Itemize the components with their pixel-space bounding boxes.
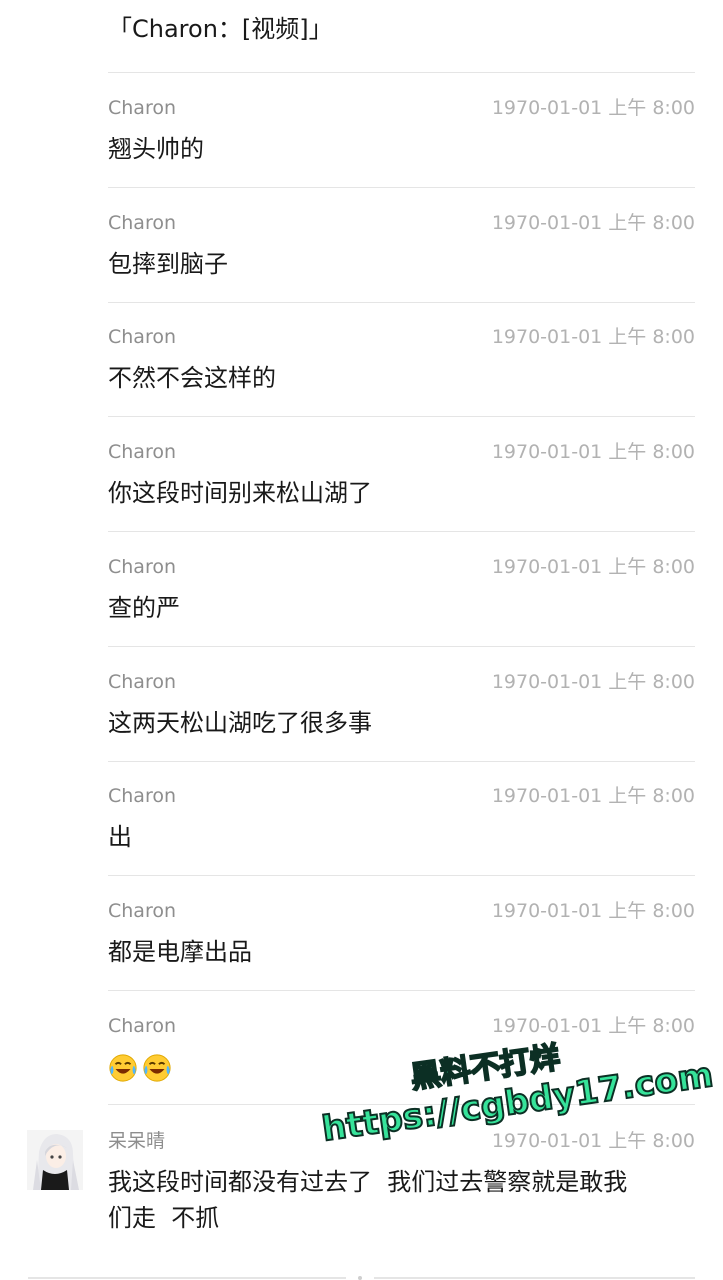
- message-item[interactable]: Charon 1970-01-01 上午 8:00 包摔到脑子: [108, 210, 695, 280]
- bottom-line-left: [28, 1277, 346, 1279]
- divider: [108, 761, 695, 762]
- divider: [108, 72, 695, 73]
- sender-name: Charon: [108, 785, 177, 807]
- sender-name: 呆呆晴: [108, 1130, 166, 1152]
- message-time: 1970-01-01 上午 8:00: [491, 1015, 695, 1037]
- bottom-line-right: [374, 1277, 695, 1279]
- message-time: 1970-01-01 上午 8:00: [491, 671, 695, 693]
- laugh-cry-emoji: [109, 1054, 137, 1082]
- divider: [108, 187, 695, 188]
- sender-name: Charon: [108, 212, 177, 234]
- message-text: 包摔到脑子: [108, 250, 228, 278]
- message-text-line: 们走 不抓: [108, 1204, 220, 1232]
- message-item[interactable]: Charon 1970-01-01 上午 8:00 翘头帅的: [108, 95, 695, 165]
- message-item[interactable]: 呆呆晴 1970-01-01 上午 8:00 我这段时间都没有过去了 我们过去警…: [108, 1128, 695, 1238]
- message-time: 1970-01-01 上午 8:00: [491, 1130, 695, 1152]
- message-time: 1970-01-01 上午 8:00: [491, 212, 695, 234]
- bottom-dot: [358, 1276, 362, 1280]
- message-emoji-row: [108, 1049, 695, 1085]
- message-text-line: 我这段时间都没有过去了 我们过去警察就是敢我: [108, 1168, 628, 1196]
- message-item[interactable]: Charon 1970-01-01 上午 8:00 出: [108, 783, 695, 853]
- sender-name: Charon: [108, 1015, 177, 1037]
- message-text: 查的严: [108, 594, 180, 622]
- sender-name: Charon: [108, 326, 177, 348]
- message-text: 不然不会这样的: [108, 364, 276, 392]
- message-text: 我这段时间都没有过去了 我们过去警察就是敢我 们走 不抓: [108, 1164, 695, 1236]
- divider: [108, 302, 695, 303]
- divider: [108, 990, 695, 991]
- sender-name: Charon: [108, 900, 177, 922]
- message-text: 都是电摩出品: [108, 938, 252, 966]
- chat-history-page: 「Charon：[视频]」 Charon 1970-01-01 上午 8:00 …: [0, 0, 723, 1280]
- message-text: 出: [108, 823, 132, 851]
- divider: [108, 1104, 695, 1105]
- message-item[interactable]: Charon 1970-01-01 上午 8:00 不然不会这样的: [108, 324, 695, 394]
- quoted-message[interactable]: 「Charon：[视频]」: [108, 12, 333, 46]
- message-time: 1970-01-01 上午 8:00: [491, 556, 695, 578]
- message-item[interactable]: Charon 1970-01-01 上午 8:00 这两天松山湖吃了很多事: [108, 669, 695, 739]
- message-item[interactable]: Charon 1970-01-01 上午 8:00 查的严: [108, 554, 695, 624]
- message-text: 这两天松山湖吃了很多事: [108, 709, 372, 737]
- sender-name: Charon: [108, 671, 177, 693]
- divider: [108, 646, 695, 647]
- message-time: 1970-01-01 上午 8:00: [491, 326, 695, 348]
- message-text: 翘头帅的: [108, 135, 204, 163]
- message-item[interactable]: Charon 1970-01-01 上午 8:00: [108, 1013, 695, 1083]
- message-item[interactable]: Charon 1970-01-01 上午 8:00 都是电摩出品: [108, 898, 695, 968]
- sender-name: Charon: [108, 556, 177, 578]
- divider: [108, 531, 695, 532]
- laugh-cry-emoji: [143, 1054, 171, 1082]
- message-time: 1970-01-01 上午 8:00: [491, 785, 695, 807]
- sender-name: Charon: [108, 97, 177, 119]
- divider: [108, 416, 695, 417]
- message-item[interactable]: Charon 1970-01-01 上午 8:00 你这段时间别来松山湖了: [108, 439, 695, 509]
- message-time: 1970-01-01 上午 8:00: [491, 900, 695, 922]
- sender-name: Charon: [108, 441, 177, 463]
- divider: [108, 875, 695, 876]
- message-time: 1970-01-01 上午 8:00: [491, 441, 695, 463]
- avatar[interactable]: [27, 1130, 83, 1190]
- message-text: 你这段时间别来松山湖了: [108, 479, 372, 507]
- message-time: 1970-01-01 上午 8:00: [491, 97, 695, 119]
- anime-girl-avatar-icon: [27, 1130, 83, 1190]
